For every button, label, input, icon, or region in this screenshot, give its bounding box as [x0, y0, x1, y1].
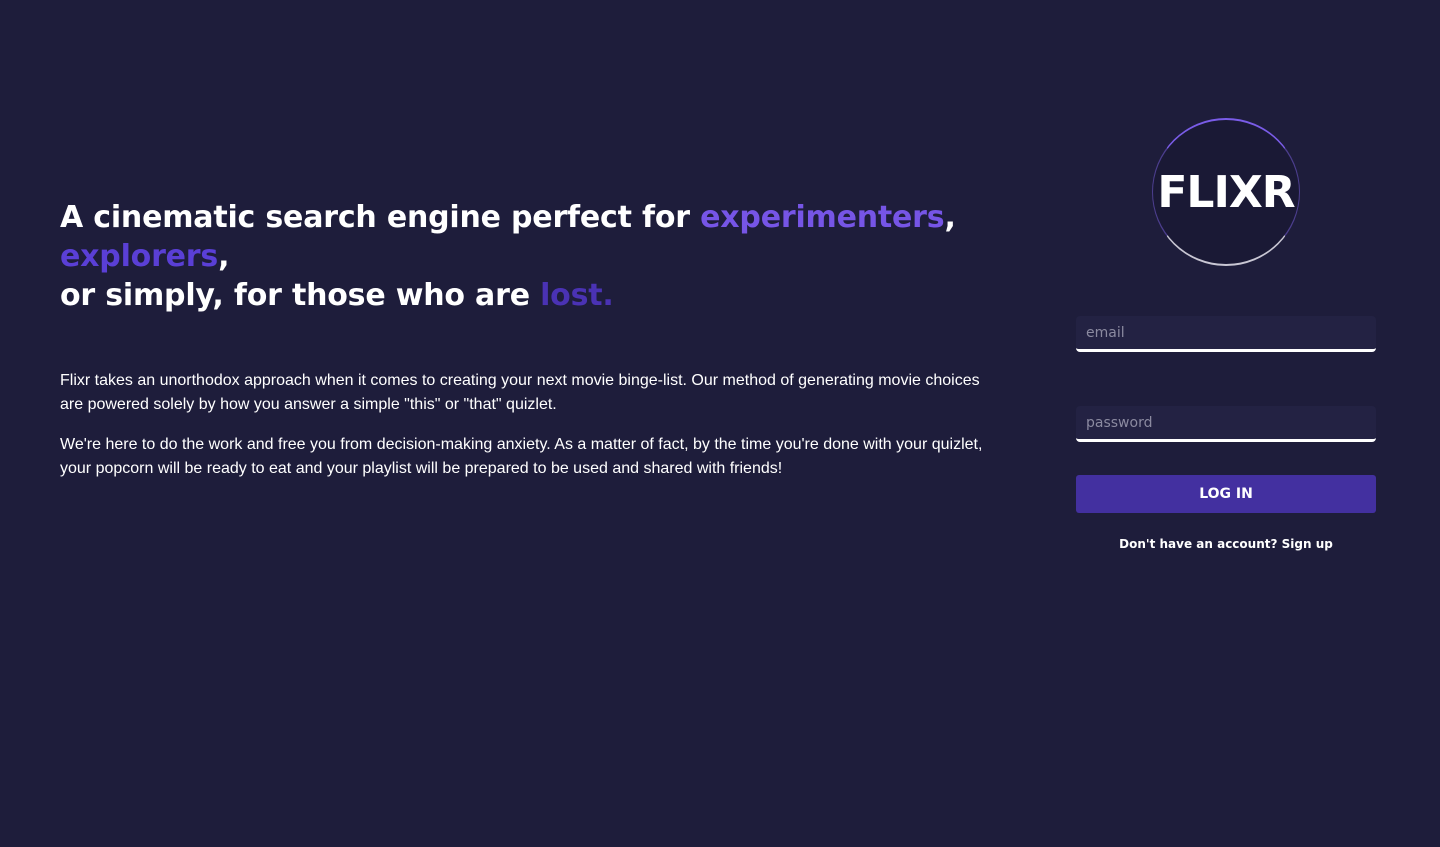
- logo-text: FLIXR: [1157, 166, 1295, 218]
- login-button[interactable]: LOG IN: [1076, 475, 1376, 513]
- headline-text-3: or simply, for those who are: [60, 278, 541, 313]
- hero-section: A cinematic search engine perfect for ex…: [60, 198, 1020, 497]
- description-paragraph-2: We're here to do the work and free you f…: [60, 436, 983, 477]
- headline-text-2: ,: [218, 239, 230, 274]
- headline-experimenters: experimenters: [700, 200, 945, 235]
- headline-text-1: A cinematic search engine perfect for: [60, 200, 701, 235]
- signup-prompt-text: Don't have an account?: [1119, 537, 1278, 551]
- headline-lost: lost.: [540, 278, 614, 313]
- login-panel: FLIXR LOG IN Don't have an account? Sign…: [1076, 118, 1376, 551]
- hero-description: Flixr takes an unorthodox approach when …: [60, 369, 1020, 481]
- password-field[interactable]: [1076, 406, 1376, 442]
- signup-link[interactable]: Sign up: [1282, 537, 1333, 551]
- description-paragraph-1: Flixr takes an unorthodox approach when …: [60, 372, 980, 413]
- headline-comma: ,: [944, 200, 956, 235]
- signup-prompt: Don't have an account? Sign up: [1076, 537, 1376, 551]
- flixr-logo: FLIXR: [1152, 118, 1300, 266]
- hero-headline: A cinematic search engine perfect for ex…: [60, 198, 1020, 315]
- headline-explorers: explorers: [60, 239, 219, 274]
- email-field[interactable]: [1076, 316, 1376, 352]
